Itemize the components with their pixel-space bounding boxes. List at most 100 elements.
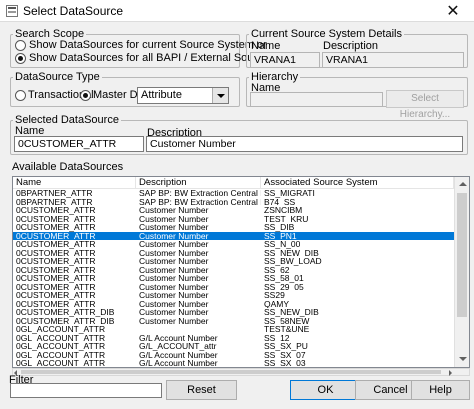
row-name-cell: 0GL_ACCOUNT_ATTR — [16, 350, 106, 359]
available-datasources-label: Available DataSources — [12, 161, 124, 173]
master-data-kind-select[interactable]: Attribute — [137, 87, 229, 104]
table-row[interactable]: 0CUSTOMER_ATTR Customer Number SS_DIB — [13, 223, 454, 232]
table-row[interactable]: 0BPARTNER_ATTR SAP BP: BW Extraction Cent… — [13, 198, 454, 207]
table-row[interactable]: 0CUSTOMER_ATTR Customer Number SS_NEW_DIB — [13, 249, 454, 258]
scope-current-radio[interactable] — [15, 40, 26, 51]
source-system-name-field: VRANA1 — [250, 52, 320, 68]
row-description-cell: Customer Number — [139, 214, 209, 223]
row-source-system-cell: SS_58NEW — [264, 316, 310, 325]
master-data-radio[interactable] — [80, 90, 91, 101]
row-description-cell: Customer Number — [139, 248, 209, 257]
reset-button[interactable]: Reset — [166, 380, 237, 400]
source-system-name-label: Name — [251, 40, 281, 52]
table-row[interactable]: 0CUSTOMER_ATTR Customer Number SS_62 — [13, 266, 454, 275]
row-description-cell: G/L Account Number — [139, 359, 218, 368]
transactional-radio[interactable] — [15, 90, 26, 101]
table-row[interactable]: 0CUSTOMER_ATTR Customer Number QAMY — [13, 300, 454, 309]
row-name-cell: 0CUSTOMER_ATTR — [16, 223, 96, 232]
scope-all-radio[interactable] — [15, 53, 26, 64]
row-source-system-cell: TEST&UNE — [264, 325, 310, 334]
list-header: Name Description Associated Source Syste… — [13, 177, 454, 189]
source-system-description-label: Description — [323, 40, 379, 52]
row-description-cell: G/L_ACCOUNT_attr — [139, 342, 217, 351]
table-row[interactable]: 0CUSTOMER_ATTR Customer Number SS_29_05 — [13, 283, 454, 292]
table-row[interactable]: 0GL_ACCOUNT_ATTR G/L Account Number SS_SX_… — [13, 359, 454, 368]
row-source-system-cell: SS_SX_03 — [264, 359, 306, 368]
table-row[interactable]: 0GL_ACCOUNT_ATTR G/L_ACCOUNT_attr SS_SX_PU — [13, 342, 454, 351]
row-description-cell: Customer Number — [139, 265, 209, 274]
chevron-down-icon[interactable] — [212, 88, 228, 103]
selected-description-field[interactable]: Customer Number — [146, 136, 463, 152]
row-description-cell: Customer Number — [139, 308, 209, 317]
close-icon[interactable]: ✕ — [432, 0, 474, 22]
row-name-cell: 0BPARTNER_ATTR — [16, 189, 93, 198]
row-source-system-cell: ZSNCIBM — [264, 206, 303, 215]
row-name-cell: 0GL_ACCOUNT_ATTR — [16, 359, 106, 368]
table-row[interactable]: 0CUSTOMER_ATTR Customer Number ZSNCIBM — [13, 206, 454, 215]
column-header-source-system[interactable]: Associated Source System — [261, 177, 454, 189]
row-source-system-cell: QAMY — [264, 299, 290, 308]
help-button[interactable]: Help — [411, 380, 470, 400]
master-data-kind-value: Attribute — [141, 89, 182, 101]
table-row[interactable]: 0CUSTOMER_ATTR Customer Number TEST_KRU — [13, 215, 454, 224]
scope-current-label: Show DataSources for current Source Syst… — [29, 39, 267, 51]
selected-name-field[interactable]: 0CUSTOMER_ATTR — [14, 136, 144, 152]
list-rows: 0BPARTNER_ATTR SAP BP: BW Extraction Cent… — [13, 189, 454, 368]
table-row[interactable]: 0CUSTOMER_ATTR_DIB Customer Number SS_NEW_… — [13, 308, 454, 317]
scroll-up-icon[interactable] — [455, 177, 469, 192]
table-row[interactable]: 0CUSTOMER_ATTR Customer Number SS_PN1 — [13, 231, 454, 240]
scroll-right-icon[interactable] — [449, 370, 452, 376]
row-description-cell: Customer Number — [139, 231, 209, 240]
row-name-cell: 0GL_ACCOUNT_ATTR — [16, 342, 106, 351]
available-datasources-list[interactable]: Name Description Associated Source Syste… — [12, 176, 470, 368]
row-description-cell: Customer Number — [139, 223, 209, 232]
scroll-down-icon[interactable] — [455, 352, 469, 367]
column-header-description[interactable]: Description — [136, 177, 261, 189]
row-name-cell: 0CUSTOMER_ATTR — [16, 265, 96, 274]
datasource-type-legend: DataSource Type — [13, 71, 102, 83]
horizontal-scroll-thumb[interactable] — [21, 370, 441, 374]
row-source-system-cell: SS_58_01 — [264, 274, 304, 283]
table-row[interactable]: 0CUSTOMER_ATTR_DIB Customer Number SS_58NE… — [13, 317, 454, 326]
table-row[interactable]: 0GL_ACCOUNT_ATTR TEST&UNE — [13, 325, 454, 334]
row-source-system-cell: SS_PN1 — [264, 231, 297, 240]
select-hierarchy-button[interactable]: Select Hierarchy... — [386, 90, 464, 120]
table-row[interactable]: 0CUSTOMER_ATTR Customer Number SS_BW_LOAD — [13, 257, 454, 266]
table-row[interactable]: 0CUSTOMER_ATTR Customer Number SS_58_01 — [13, 274, 454, 283]
ok-button[interactable]: OK — [290, 380, 361, 400]
row-name-cell: 0BPARTNER_ATTR — [16, 197, 93, 206]
filter-input[interactable] — [10, 383, 162, 398]
row-source-system-cell: SS_NEW_DIB — [264, 248, 319, 257]
row-name-cell: 0CUSTOMER_ATTR — [16, 274, 96, 283]
row-description-cell: Customer Number — [139, 240, 209, 249]
row-name-cell: 0CUSTOMER_ATTR — [16, 257, 96, 266]
table-row[interactable]: 0CUSTOMER_ATTR Customer Number SS29 — [13, 291, 454, 300]
vertical-scrollbar[interactable] — [454, 177, 469, 367]
hierarchy-name-field — [250, 92, 383, 107]
title-bar: Select DataSource ✕ — [0, 0, 474, 22]
table-row[interactable]: 0CUSTOMER_ATTR Customer Number SS_N_00 — [13, 240, 454, 249]
table-row[interactable]: 0GL_ACCOUNT_ATTR G/L Account Number SS_12 — [13, 334, 454, 343]
row-description-cell: Customer Number — [139, 282, 209, 291]
row-name-cell: 0CUSTOMER_ATTR — [16, 214, 96, 223]
source-system-description-field: VRANA1 — [322, 52, 464, 68]
row-source-system-cell: SS_SX_07 — [264, 350, 306, 359]
scroll-thumb[interactable] — [457, 193, 467, 317]
row-description-cell: G/L Account Number — [139, 333, 218, 342]
source-system-legend: Current Source System Details — [249, 28, 404, 40]
row-source-system-cell: SS_NEW_DIB — [264, 308, 319, 317]
column-header-name[interactable]: Name — [13, 177, 136, 189]
row-name-cell: 0CUSTOMER_ATTR — [16, 240, 96, 249]
row-source-system-cell: SS29 — [264, 291, 285, 300]
row-source-system-cell: TEST_KRU — [264, 214, 309, 223]
row-source-system-cell: SS_29_05 — [264, 282, 304, 291]
row-name-cell: 0CUSTOMER_ATTR_DIB — [16, 308, 115, 317]
table-row[interactable]: 0BPARTNER_ATTR SAP BP: BW Extraction Cent… — [13, 189, 454, 198]
row-source-system-cell: SS_62 — [264, 265, 290, 274]
table-row[interactable]: 0GL_ACCOUNT_ATTR G/L Account Number SS_SX_… — [13, 351, 454, 360]
window-app-icon — [6, 5, 18, 17]
row-name-cell: 0CUSTOMER_ATTR — [16, 299, 96, 308]
horizontal-scrollbar[interactable] — [12, 368, 470, 376]
row-name-cell: 0GL_ACCOUNT_ATTR — [16, 333, 106, 342]
row-source-system-cell: B74_SS — [264, 197, 296, 206]
